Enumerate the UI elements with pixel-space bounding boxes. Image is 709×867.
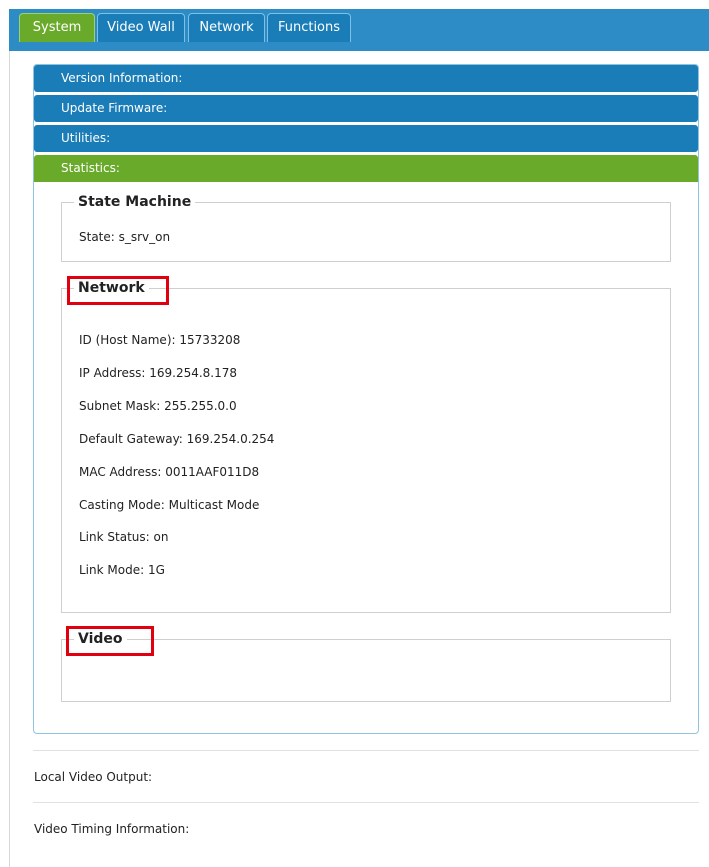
video-title: Video bbox=[78, 631, 123, 647]
default-gateway: Default Gateway: 169.254.0.254 bbox=[79, 432, 275, 446]
host-name: ID (Host Name): 15733208 bbox=[79, 333, 241, 347]
video-timing-information-label: Video Timing Information: bbox=[34, 822, 190, 836]
state-value: State: s_srv_on bbox=[79, 230, 171, 244]
network-title: Network bbox=[78, 280, 145, 296]
divider bbox=[33, 750, 699, 751]
divider bbox=[33, 802, 699, 803]
accordion-update-firmware[interactable]: Update Firmware: bbox=[34, 95, 698, 122]
tab-video-wall[interactable]: Video Wall bbox=[97, 13, 185, 42]
accordion-version-information[interactable]: Version Information: bbox=[34, 65, 698, 92]
accordion-statistics[interactable]: Statistics: bbox=[34, 155, 698, 182]
mac-address: MAC Address: 0011AAF011D8 bbox=[79, 465, 260, 479]
link-mode: Link Mode: 1G bbox=[79, 563, 165, 577]
casting-mode: Casting Mode: Multicast Mode bbox=[79, 498, 260, 512]
state-machine-group: State Machine bbox=[61, 194, 671, 262]
link-status: Link Status: on bbox=[79, 530, 169, 544]
video-group: Video bbox=[61, 631, 671, 702]
subnet-mask: Subnet Mask: 255.255.0.0 bbox=[79, 399, 237, 413]
tab-network[interactable]: Network bbox=[188, 13, 265, 42]
state-machine-title: State Machine bbox=[78, 194, 192, 210]
ip-address: IP Address: 169.254.8.178 bbox=[79, 366, 238, 380]
accordion-utilities[interactable]: Utilities: bbox=[34, 125, 698, 152]
local-video-output-label: Local Video Output: bbox=[34, 770, 153, 784]
tab-functions[interactable]: Functions bbox=[267, 13, 351, 42]
tab-system[interactable]: System bbox=[19, 13, 95, 42]
